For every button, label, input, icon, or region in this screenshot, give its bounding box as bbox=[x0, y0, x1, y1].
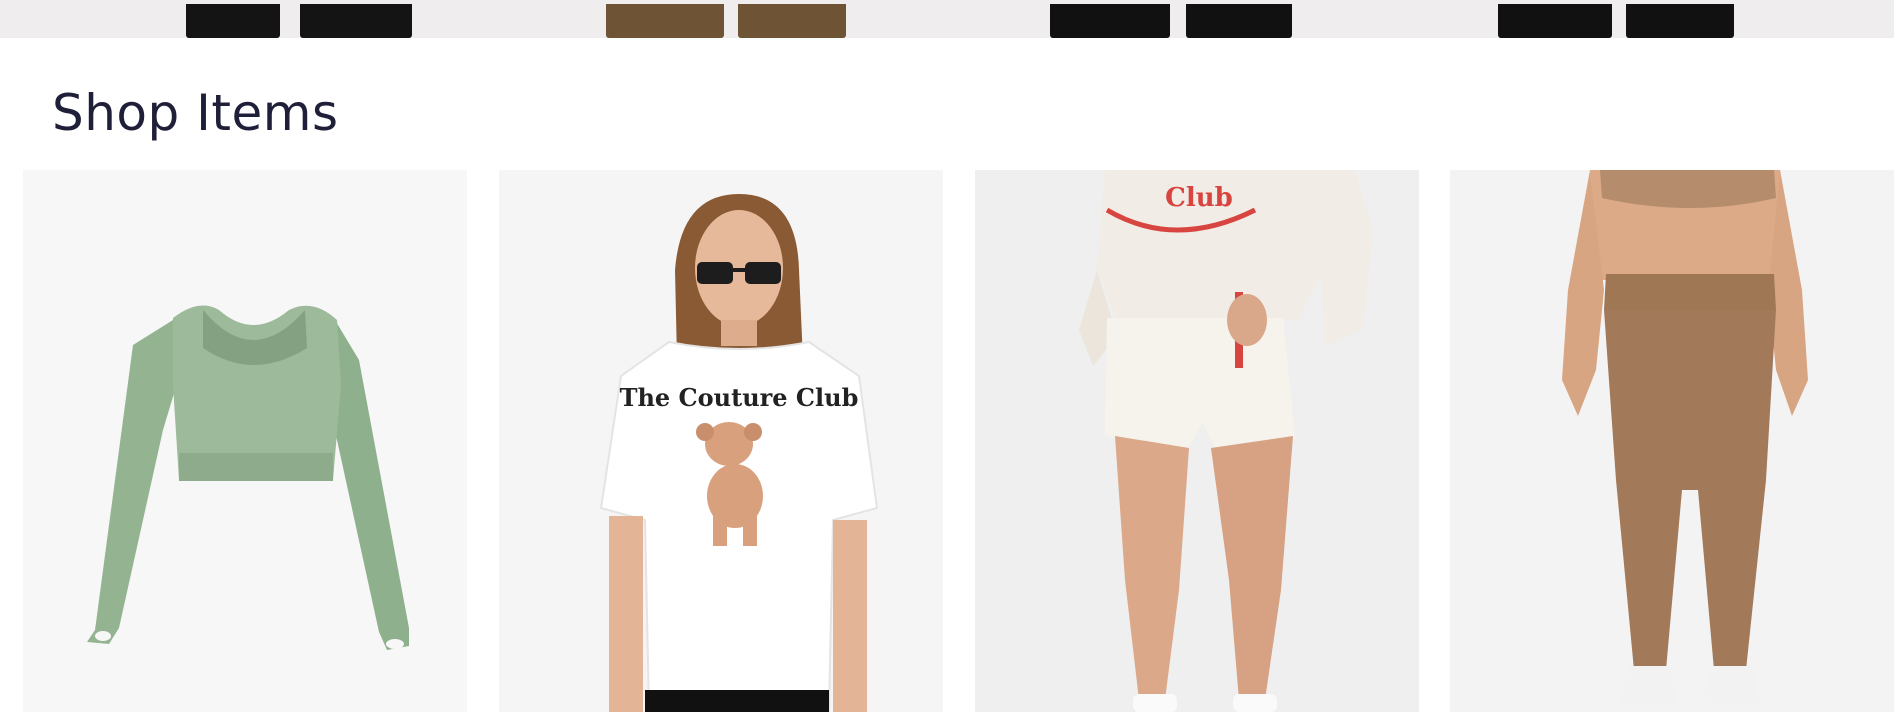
green-long-sleeve-crop-top-image bbox=[23, 170, 467, 712]
hoodie-print-text: Club bbox=[1165, 183, 1233, 213]
product-card-cream-shorts-set[interactable]: Club bbox=[975, 170, 1419, 712]
product-card-green-crop-top[interactable] bbox=[23, 170, 467, 712]
tee-print-text: The Couture Club bbox=[620, 383, 859, 412]
brown-pants-legs-image[interactable] bbox=[606, 4, 846, 38]
black-pants-legs-image[interactable] bbox=[1050, 4, 1292, 38]
black-pants-legs-image[interactable] bbox=[186, 4, 412, 38]
cream-sweat-shorts-set-image: Club bbox=[975, 170, 1419, 712]
black-pants-legs-image[interactable] bbox=[1498, 4, 1734, 38]
section-title: Shop Items bbox=[52, 84, 339, 142]
brown-seamless-leggings-image bbox=[1450, 170, 1894, 712]
product-card-brown-leggings[interactable] bbox=[1450, 170, 1894, 712]
white-couture-club-tee-image: The Couture Club bbox=[499, 170, 943, 712]
product-card-couture-club-tee[interactable]: The Couture Club bbox=[499, 170, 943, 712]
previous-row-strip bbox=[0, 0, 1894, 38]
